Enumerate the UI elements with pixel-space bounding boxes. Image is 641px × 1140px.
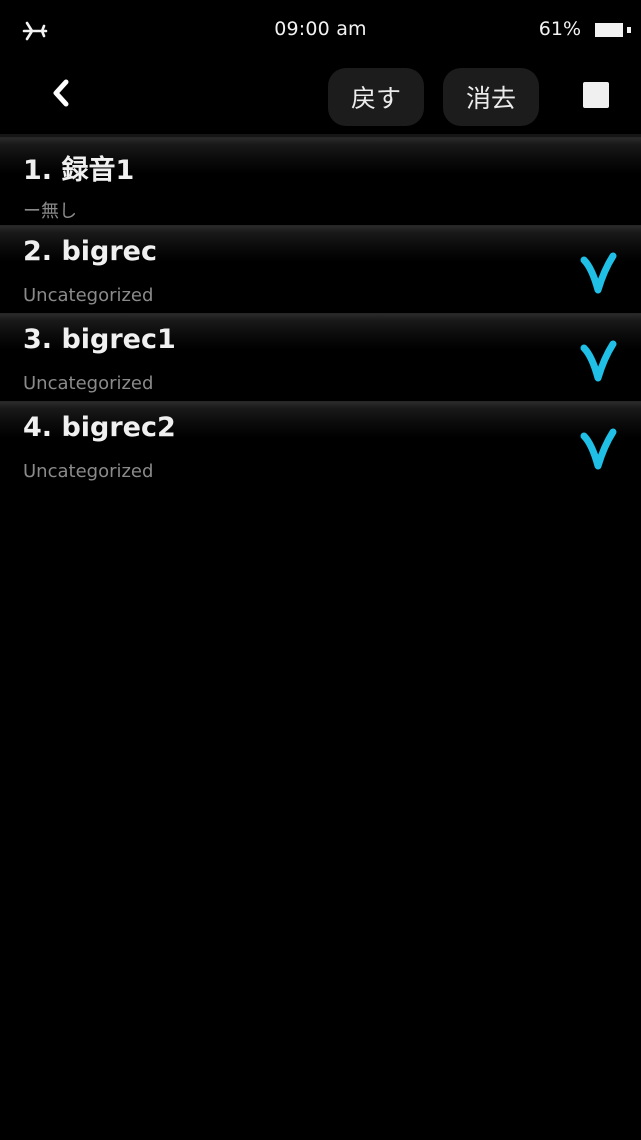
status-bar: 09:00 am 61% — [0, 0, 641, 60]
recording-title: 2. bigrec — [23, 236, 157, 267]
recording-title: 3. bigrec1 — [23, 324, 176, 355]
undo-button[interactable]: 戻す — [328, 68, 424, 126]
battery-icon — [595, 23, 631, 37]
recording-title: 1. 録音1 — [23, 155, 135, 186]
checkmark-icon[interactable] — [578, 426, 618, 472]
checkmark-icon[interactable] — [578, 338, 618, 384]
select-all-checkbox[interactable] — [583, 82, 609, 108]
recording-category: Uncategorized — [23, 373, 154, 394]
checkmark-icon[interactable] — [578, 250, 618, 296]
toolbar: 戻す 消去 — [0, 60, 641, 135]
recording-category: ー無し — [23, 201, 77, 222]
list-item[interactable]: 4. bigrec2 Uncategorized — [0, 401, 641, 489]
delete-button[interactable]: 消去 — [443, 68, 539, 126]
list-item[interactable]: 1. 録音1 ー無し — [0, 137, 641, 225]
chevron-left-icon[interactable] — [36, 68, 86, 118]
recording-category: Uncategorized — [23, 461, 154, 482]
list-item[interactable]: 3. bigrec1 Uncategorized — [0, 313, 641, 401]
battery-percentage: 61% — [538, 18, 581, 40]
recording-category: Uncategorized — [23, 285, 154, 306]
recordings-list: 1. 録音1 ー無し 2. bigrec Uncategorized 3. bi… — [0, 137, 641, 489]
recording-title: 4. bigrec2 — [23, 412, 176, 443]
app-screen: 09:00 am 61% 戻す 消去 1. 録音1 ー無し 2. bigrec … — [0, 0, 641, 1140]
list-item[interactable]: 2. bigrec Uncategorized — [0, 225, 641, 313]
